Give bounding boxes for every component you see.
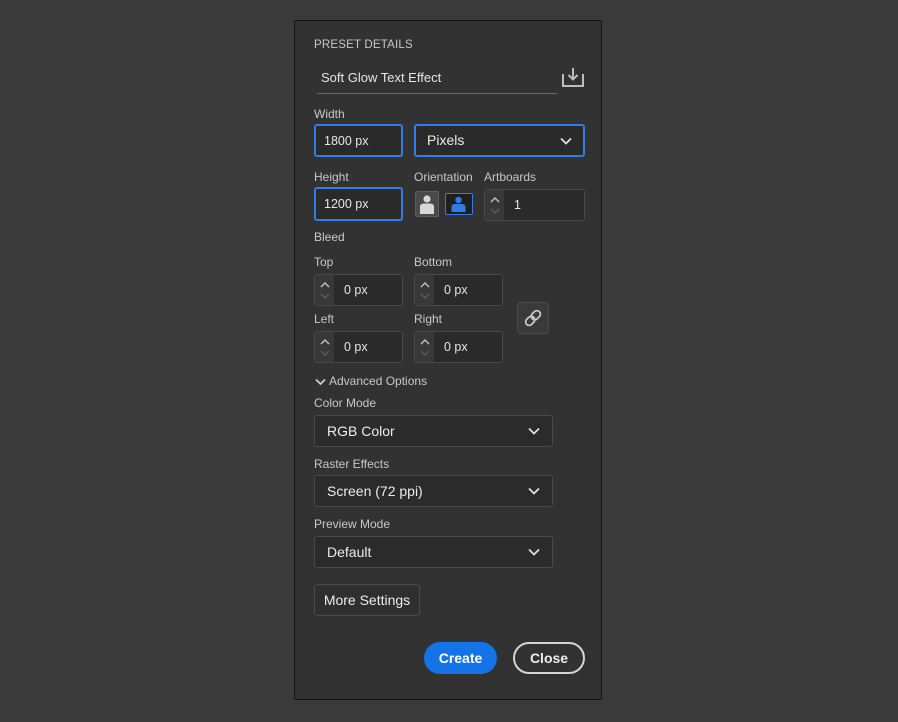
bleed-left-arrows[interactable] [315, 332, 335, 362]
units-select[interactable]: Pixels [414, 124, 585, 157]
bleed-bottom-arrows[interactable] [415, 275, 435, 305]
bleed-left-stepper[interactable]: 0 px [314, 331, 403, 363]
save-preset-icon[interactable] [561, 66, 585, 88]
width-input[interactable]: 1800 px [314, 124, 403, 157]
preset-details-title: PRESET DETAILS [314, 39, 413, 51]
increment-icon[interactable] [420, 338, 430, 345]
bleed-right-value: 0 px [444, 340, 468, 354]
artboards-value: 1 [514, 198, 521, 212]
width-value: 1800 px [324, 134, 369, 148]
artboards-label: Artboards [484, 170, 537, 184]
bleed-top-stepper[interactable]: 0 px [314, 274, 403, 306]
color-mode-value: RGB Color [327, 423, 395, 439]
preset-name-field[interactable]: Soft Glow Text Effect [321, 70, 441, 85]
chevron-down-icon [315, 378, 326, 386]
close-button[interactable]: Close [513, 642, 585, 674]
preset-name-underline [317, 93, 557, 94]
decrement-icon[interactable] [420, 350, 430, 357]
increment-icon[interactable] [320, 338, 330, 345]
artboards-stepper[interactable]: 1 [484, 189, 585, 221]
color-mode-label: Color Mode [314, 396, 377, 410]
decrement-icon[interactable] [420, 293, 430, 300]
new-document-panel: PRESET DETAILS Soft Glow Text Effect Wid… [294, 20, 602, 700]
landscape-orientation-button[interactable] [445, 193, 473, 215]
advanced-options-label: Advanced Options [329, 374, 428, 388]
units-value: Pixels [427, 132, 465, 148]
increment-icon[interactable] [420, 281, 430, 288]
bleed-top-value: 0 px [344, 283, 368, 297]
decrement-icon[interactable] [320, 350, 330, 357]
link-icon [524, 309, 542, 327]
landscape-icon [451, 196, 466, 212]
bleed-right-stepper[interactable]: 0 px [414, 331, 503, 363]
more-settings-button[interactable]: More Settings [314, 584, 420, 616]
raster-effects-value: Screen (72 ppi) [327, 483, 423, 499]
bleed-top-arrows[interactable] [315, 275, 335, 305]
bleed-right-label: Right [414, 312, 443, 326]
preview-mode-value: Default [327, 544, 372, 560]
bleed-bottom-value: 0 px [444, 283, 468, 297]
preview-mode-select[interactable]: Default [314, 536, 553, 568]
height-input[interactable]: 1200 px [314, 187, 403, 221]
chevron-down-icon [528, 427, 540, 435]
portrait-orientation-button[interactable] [415, 191, 439, 217]
raster-effects-select[interactable]: Screen (72 ppi) [314, 475, 553, 507]
artboards-stepper-arrows[interactable] [485, 190, 505, 220]
decrement-icon[interactable] [320, 293, 330, 300]
increment-icon[interactable] [490, 196, 500, 203]
portrait-icon [420, 195, 434, 214]
bleed-bottom-stepper[interactable]: 0 px [414, 274, 503, 306]
chevron-down-icon [528, 487, 540, 495]
raster-effects-label: Raster Effects [314, 457, 390, 471]
chevron-down-icon [560, 137, 572, 145]
height-value: 1200 px [324, 197, 369, 211]
bleed-label: Bleed [314, 230, 345, 244]
width-label: Width [314, 107, 345, 121]
bleed-left-label: Left [314, 312, 335, 326]
increment-icon[interactable] [320, 281, 330, 288]
bleed-left-value: 0 px [344, 340, 368, 354]
create-button[interactable]: Create [424, 642, 497, 674]
orientation-label: Orientation [414, 170, 473, 184]
decrement-icon[interactable] [490, 208, 500, 215]
bleed-bottom-label: Bottom [414, 255, 453, 269]
preview-mode-label: Preview Mode [314, 517, 391, 531]
bleed-right-arrows[interactable] [415, 332, 435, 362]
color-mode-select[interactable]: RGB Color [314, 415, 553, 447]
bleed-top-label: Top [314, 255, 334, 269]
height-label: Height [314, 170, 349, 184]
link-bleed-button[interactable] [517, 302, 549, 334]
chevron-down-icon [528, 548, 540, 556]
